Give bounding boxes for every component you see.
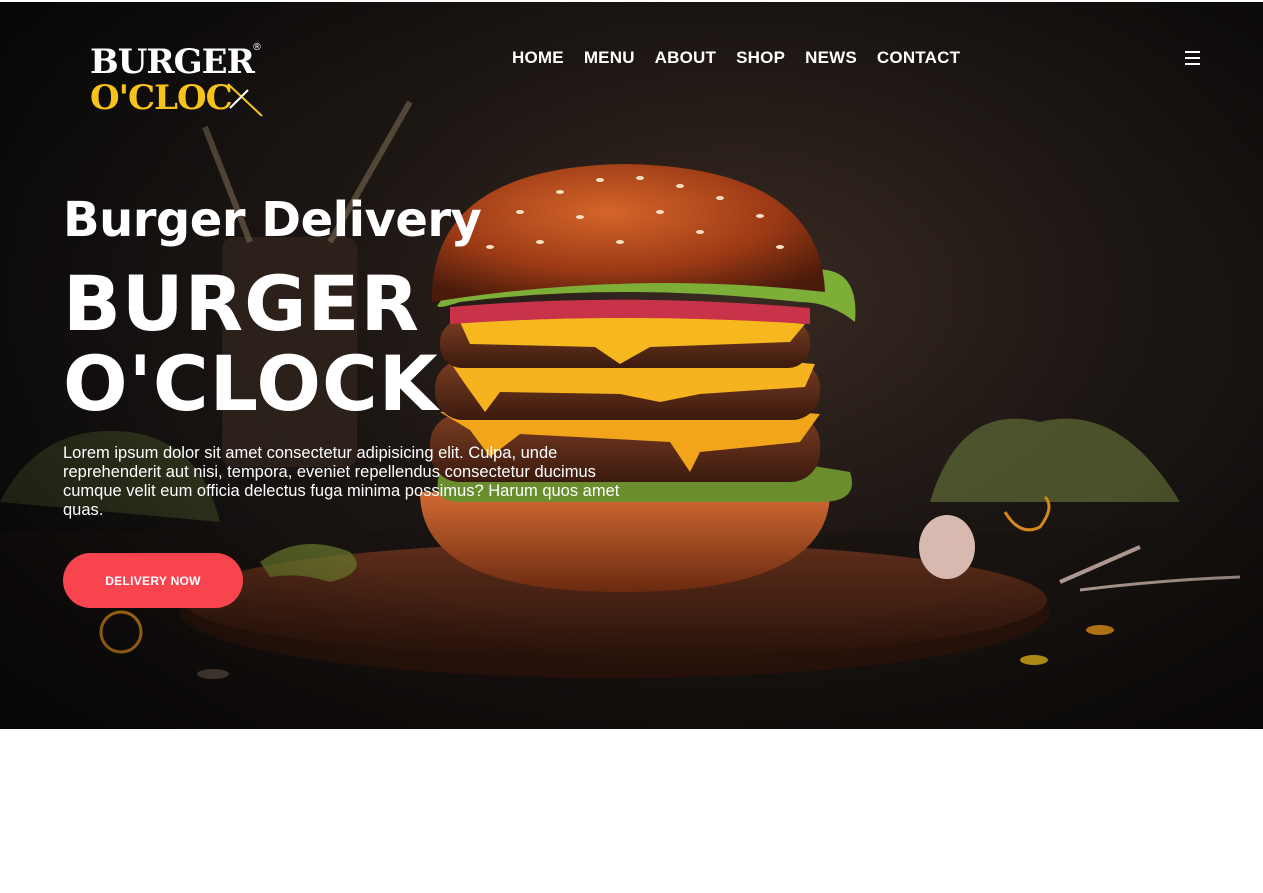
hero-title: BURGER O'CLOCK <box>63 264 483 424</box>
nav-news[interactable]: NEWS <box>805 48 857 68</box>
hero-description: Lorem ipsum dolor sit amet consectetur a… <box>63 444 620 519</box>
registered-mark: ® <box>252 42 262 53</box>
hamburger-menu-icon[interactable] <box>1185 51 1200 65</box>
hero-section: BURGER ® O'CLOC HOME MENU ABOUT SHOP NEW… <box>0 2 1263 729</box>
nav-contact[interactable]: CONTACT <box>877 48 960 68</box>
logo-text-line2: O'CLOC <box>90 78 233 118</box>
nav-about[interactable]: ABOUT <box>655 48 716 68</box>
clock-hands-icon <box>227 83 263 117</box>
main-nav: HOME MENU ABOUT SHOP NEWS CONTACT <box>512 48 960 68</box>
hero-title-line1: BURGER <box>63 259 420 348</box>
hero-eyebrow: Burger Delivery <box>63 192 482 248</box>
brand-logo[interactable]: BURGER ® O'CLOC <box>90 42 270 120</box>
nav-home[interactable]: HOME <box>512 48 564 68</box>
nav-menu[interactable]: MENU <box>584 48 635 68</box>
delivery-now-button[interactable]: DELIVERY NOW <box>63 553 243 608</box>
hero-title-line2: O'CLOCK <box>63 339 439 428</box>
nav-shop[interactable]: SHOP <box>736 48 785 68</box>
logo-text-line1: BURGER <box>90 42 255 82</box>
